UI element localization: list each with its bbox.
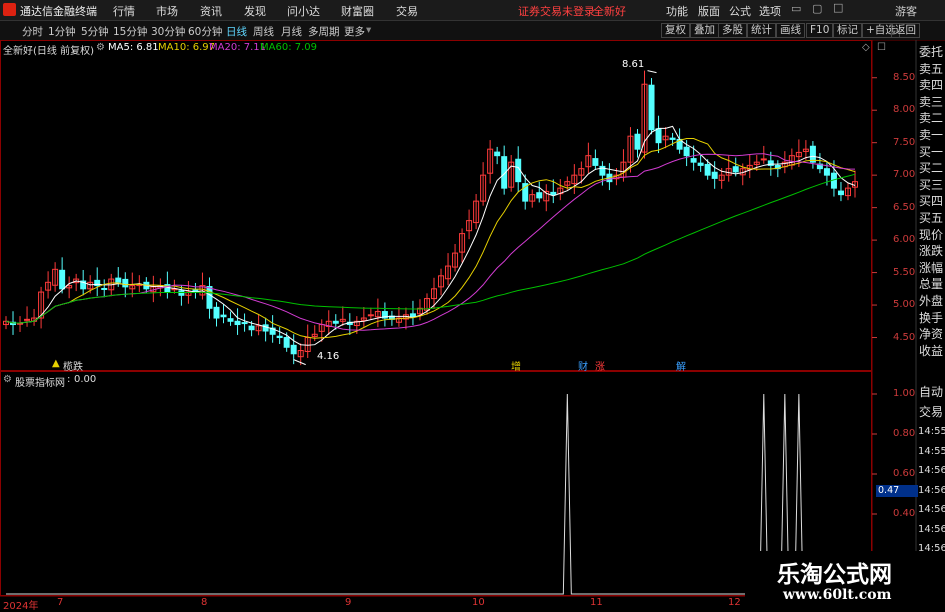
chart-close-icon[interactable]: ☐ <box>877 42 886 53</box>
candle-body <box>101 287 108 290</box>
candle-body <box>550 191 557 196</box>
price-tick-label: 6.00 <box>893 234 916 246</box>
candle-body <box>332 320 339 324</box>
price-tick-label: 5.00 <box>893 299 916 311</box>
candle-body <box>760 158 767 161</box>
ma5-label: MA5: 6.81 <box>108 42 159 53</box>
x-axis-month-9: 9 <box>345 597 352 608</box>
x-axis-month-11: 11 <box>590 597 603 608</box>
price-tick-label: 8.50 <box>893 71 916 83</box>
price-pane-frame <box>0 40 872 371</box>
indicator-tick-label: 0.80 <box>893 428 916 439</box>
candle-body <box>227 318 234 322</box>
low-pointer <box>293 359 306 366</box>
settings-gear-icon[interactable]: ⚙ <box>96 42 105 53</box>
indicator-name: 股票指标网 <box>15 378 65 389</box>
candle-body <box>122 278 129 288</box>
candle-body <box>248 325 255 331</box>
indicator-tick-label: 0.60 <box>893 468 916 479</box>
high-price-label: 8.61 <box>622 59 645 70</box>
watermark: 乐淘公式网 www.60lt.com <box>745 551 945 609</box>
candle-body <box>711 171 718 179</box>
ma10-label: MA10: 6.97 <box>158 42 216 53</box>
watermark-url: www.60lt.com <box>783 587 892 603</box>
candle-body <box>283 337 290 348</box>
indicator-tick-label: 1.00 <box>893 388 916 399</box>
chart-title: 全新好(日线 前复权) <box>3 46 94 57</box>
candle-body <box>494 151 501 157</box>
candle-body <box>732 166 739 173</box>
candle-body <box>213 306 220 319</box>
side-panel-lower-item[interactable]: 14:55 <box>918 422 945 441</box>
side-panel-lower-item[interactable]: 14:56 <box>918 519 945 539</box>
x-axis-month-7: 7 <box>57 597 64 608</box>
candle-body <box>592 158 599 166</box>
x-axis-month-10: 10 <box>472 597 485 608</box>
candle-body <box>206 286 213 309</box>
event-marker-unlock[interactable]: 解 <box>676 358 686 373</box>
x-axis-month-8: 8 <box>201 597 208 608</box>
event-marker-finance[interactable]: 财 <box>578 358 588 373</box>
candle-body <box>669 137 676 140</box>
candle-body <box>655 128 662 144</box>
candle-body <box>220 314 227 318</box>
chart-settings-icon[interactable]: ◇ <box>862 42 870 53</box>
x-axis-year: 2024年 <box>3 601 39 612</box>
candle-body <box>837 190 844 196</box>
side-panel-lower-item[interactable]: 14:55 <box>918 441 945 461</box>
side-panel-lower-item[interactable]: 14:56 <box>918 480 945 500</box>
watermark-title: 乐淘公式网 <box>777 561 892 588</box>
price-tick-label: 8.00 <box>893 104 916 116</box>
candle-body <box>115 277 122 283</box>
candle-body <box>178 290 185 296</box>
candle-body <box>367 314 374 317</box>
price-tick-label: 4.50 <box>893 331 916 343</box>
candle-body <box>690 158 697 163</box>
indicator-pane-frame <box>0 371 872 596</box>
candle-body <box>536 192 543 199</box>
event-marker-label[interactable]: 榄跌 <box>63 358 83 373</box>
side-panel-item[interactable]: 收益 <box>918 341 944 361</box>
candle-body <box>634 133 641 150</box>
candle-body <box>697 162 704 166</box>
candle-body <box>683 146 690 157</box>
ma60-line <box>5 173 856 324</box>
high-pointer <box>647 70 657 74</box>
event-marker-add[interactable]: 增 <box>511 358 521 373</box>
side-panel-lower-item[interactable]: 14:56 <box>918 500 945 519</box>
candle-body <box>276 335 283 339</box>
price-tick-label: 5.50 <box>893 266 916 278</box>
candle-body <box>24 318 31 321</box>
side-panel-lower-item[interactable]: 14:56 <box>918 461 945 480</box>
candle-body <box>262 324 269 332</box>
candle-body <box>234 320 241 326</box>
side-panel-lower-item[interactable]: 自动 <box>918 383 944 402</box>
ma60-label: MA60: 7.09 <box>260 42 318 53</box>
indicator-line <box>6 393 855 595</box>
candle-body <box>290 344 297 355</box>
ma20-line <box>5 153 856 331</box>
candle-body <box>409 313 416 318</box>
price-tick-label: 6.50 <box>893 201 916 213</box>
candle-body <box>823 168 830 176</box>
event-marker-rise[interactable]: 涨 <box>595 358 605 373</box>
indicator-tick-label: 0.40 <box>893 508 916 519</box>
candle-body <box>241 322 248 325</box>
indicator-current-value: 0.47 <box>876 485 918 497</box>
event-marker[interactable]: ▲ <box>52 358 60 369</box>
price-tick-label: 7.50 <box>893 136 916 148</box>
chart-canvas[interactable] <box>0 0 945 609</box>
low-price-label: 4.16 <box>317 351 340 362</box>
price-tick-label: 7.00 <box>893 169 916 181</box>
ma20-label: MA20: 7.11 <box>209 42 267 53</box>
side-panel-lower-item[interactable]: 交易 <box>918 402 944 422</box>
indicator-settings-icon[interactable]: ⚙ <box>3 374 12 385</box>
x-axis-month-12: 12 <box>728 597 741 608</box>
candle-body <box>648 84 655 131</box>
candle-body <box>704 163 711 176</box>
candle-body <box>59 269 66 290</box>
indicator-value: 0.00 <box>74 374 97 385</box>
